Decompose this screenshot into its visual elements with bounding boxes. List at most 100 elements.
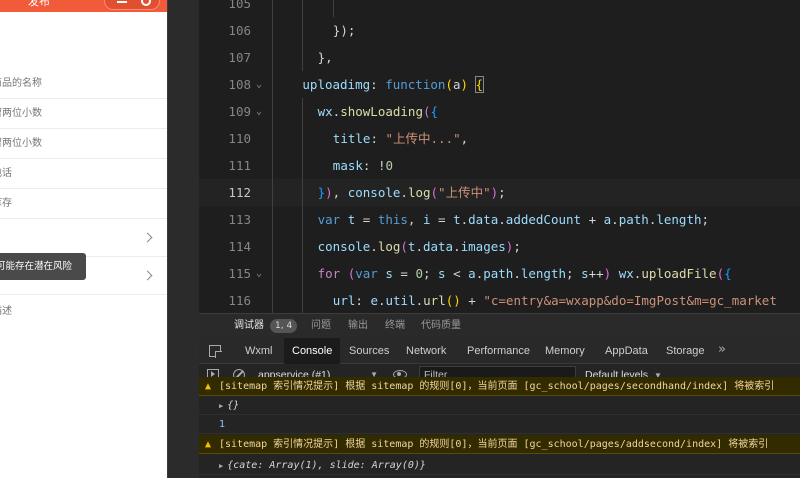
line-number: 115 [228,266,251,281]
code-text: uploadimg: function(a) { [302,71,485,98]
panel-tab-performance[interactable]: Performance [467,338,530,364]
tab-problems[interactable]: 问题 [311,314,331,338]
form-row-label: 电话 [0,168,12,179]
indent-guide [272,287,273,313]
warning-triangle-icon: ▲ [205,381,212,392]
form-row-original-price[interactable]: 留两位小数 [0,129,167,159]
form-row-stock[interactable]: 库存 [0,189,167,219]
code-token: e [370,293,378,308]
indent-guide [302,233,304,260]
tab-terminal[interactable]: 终端 [385,314,405,338]
code-line[interactable]: 113 var t = this, i = t.data.addedCount +… [199,206,800,233]
form-row-price[interactable]: 留两位小数 [0,99,167,129]
panel-tab-memory[interactable]: Memory [545,338,585,364]
console-log-row[interactable]: 1 [199,415,800,434]
code-line[interactable]: 108 ⌄ uploadimg: function(a) { [199,71,800,98]
code-line[interactable]: 106}); [199,17,800,44]
code-token: = [355,212,378,227]
code-line[interactable]: 114 console.log(t.data.images); [199,233,800,260]
code-token: 0 [415,266,423,281]
more-icon[interactable] [117,0,127,3]
code-token: . [377,293,386,308]
console-output[interactable]: ▲ [sitemap 索引情况提示] 根据 sitemap 的规则[0]，当前页面… [199,377,800,478]
code-token: } [317,185,326,200]
indent-guide [272,98,273,125]
form-row-description[interactable]: 描述 [0,295,167,329]
tab-code-quality[interactable]: 代码质量 [421,314,461,338]
log-text: 1 [219,419,226,430]
code-token: ( [716,266,725,281]
expand-triangle-icon[interactable]: ▶ [219,462,223,470]
code-text: mask: !0 [333,152,393,179]
code-token: : [370,77,386,92]
tab-label: 调试器 [234,320,264,331]
code-token: ; [701,212,710,227]
code-token: wx [317,104,333,119]
code-line[interactable]: 107}, [199,44,800,71]
code-line[interactable]: 115 ⌄ for (var s = 0; s < a.path.length; s… [199,260,800,287]
tab-debugger[interactable]: 调试器 1, 4 [234,314,298,338]
tab-output[interactable]: 输出 [348,314,368,338]
tab-label: 代码质量 [421,320,461,331]
more-tabs-icon[interactable]: » [718,338,726,364]
code-token: wx [618,266,634,281]
expand-triangle-icon[interactable]: ▶ [219,402,223,410]
panel-splitter[interactable] [167,0,199,478]
indent-guide [272,260,273,287]
capsule-menu[interactable] [104,0,160,10]
code-token: . [400,185,408,200]
indent-guide [272,206,273,233]
code-token: { [724,266,732,281]
code-token: addedCount [505,212,582,227]
tab-label: 输出 [348,320,368,331]
console-log-row[interactable]: ▶ {} [199,396,800,415]
line-number: 116 [228,293,251,308]
inspect-element-icon[interactable] [209,345,222,358]
indent-guide [332,0,334,17]
code-text: title: "上传中...", [333,125,468,152]
code-line[interactable]: 111 mask: !0 [199,152,800,179]
line-number: 105 [228,0,251,11]
code-token: data [468,212,499,227]
code-line[interactable]: 116 url: e.util.url() + "c=entry&a=wxapp&… [199,287,800,313]
code-line[interactable]: 112}), console.log("上传中"); [199,179,800,206]
log-object: {} [227,400,240,411]
code-token: ( [400,239,408,254]
indent-guide [302,152,304,179]
form-row-name[interactable]: 商品的名称 [0,69,167,99]
code-token: ; [422,266,439,281]
code-token: ( [430,185,439,200]
tab-badge: 1, 4 [270,319,298,333]
panel-tab-sources[interactable]: Sources [349,338,389,364]
console-log-row[interactable]: ▶ {cate: Array(1), slide: Array(0)} [199,456,800,475]
code-line[interactable]: 110 title: "上传中...", [199,125,800,152]
form-row-phone[interactable]: 电话 [0,159,167,189]
code-token: "c=entry&a=wxapp&do=ImgPost&m=gc_market [483,293,777,308]
console-warning-row[interactable]: ▲ [sitemap 索引情况提示] 根据 sitemap 的规则[0]，当前页面… [199,435,800,454]
panel-tab-console[interactable]: Console [284,338,341,364]
indent-guide [272,44,273,71]
panel-tab-storage[interactable]: Storage [666,338,705,364]
close-icon[interactable] [141,0,151,6]
console-warning-row[interactable]: ▲ [sitemap 索引情况提示] 根据 sitemap 的规则[0]，当前页面… [199,377,800,396]
fold-chevron-icon[interactable]: ⌄ [256,98,262,125]
code-token: s [581,266,589,281]
indent-guide [302,44,304,71]
code-editor[interactable]: 105 106}); 107}, 108 ⌄ uploadimg: function(a)… [199,0,800,313]
code-line[interactable]: 105 [199,0,800,17]
code-line[interactable]: 109 ⌄ wx.showLoading({ [199,98,800,125]
code-token: ) [453,293,461,308]
devtools-panel: 调试器 1, 4 问题 输出 终端 代码质量 Wxml Console Sourc… [199,313,800,478]
fold-chevron-icon[interactable]: ⌄ [256,71,262,98]
panel-tab-network[interactable]: Network [406,338,446,364]
fold-chevron-icon[interactable]: ⌄ [256,260,262,287]
form-row-picker-1[interactable] [0,219,167,257]
code-token: var [355,266,378,281]
panel-tab-appdata[interactable]: AppData [605,338,648,364]
code-token: ) [460,77,468,92]
indent-guide [272,125,273,152]
panel-tab-wxml[interactable]: Wxml [245,338,273,364]
log-message: [sitemap 索引情况提示] 根据 sitemap 的规则[0]，当前页面 … [219,435,768,453]
